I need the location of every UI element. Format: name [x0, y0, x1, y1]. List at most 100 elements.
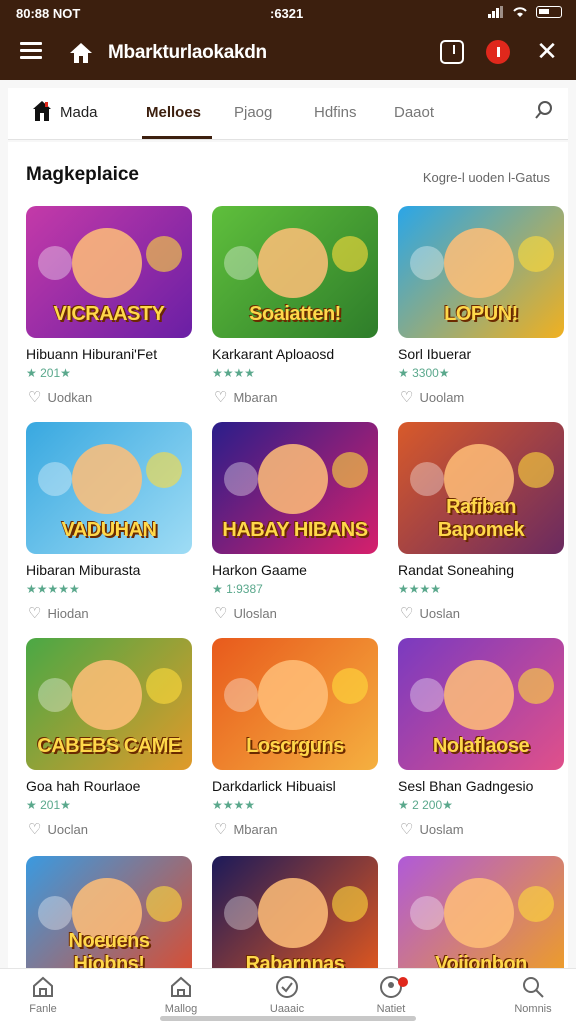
tab-melloes[interactable]: Melloes — [146, 104, 201, 121]
game-card[interactable]: Noeuens Hiobns! — [26, 856, 192, 968]
status-left-text: 80:88 NOT — [16, 6, 81, 21]
nav-label: Nomnis — [514, 1003, 552, 1015]
game-thumbnail[interactable]: CABEBS CAME — [26, 638, 192, 770]
game-thumbnail[interactable]: VICRAASTY — [26, 206, 192, 338]
home-icon[interactable] — [68, 40, 94, 66]
tab-mada[interactable]: Mada — [60, 104, 98, 121]
wishlist-button[interactable]: ♡ Hiodan — [28, 604, 89, 622]
nav-nomnis[interactable]: Nomnis — [498, 975, 568, 1015]
game-card[interactable]: Rafiban Bapomek Randat Soneahing ★★★★ ♡ Uosl… — [398, 422, 564, 632]
search-icon[interactable] — [534, 100, 554, 120]
game-name[interactable]: Goa hah Rourlaoe — [26, 778, 198, 794]
tab-hdfins[interactable]: Hdfins — [314, 104, 357, 121]
game-thumbnail[interactable]: Noeuens Hiobns! — [26, 856, 192, 968]
character-art — [146, 452, 182, 488]
game-card[interactable]: HABAY HIBANS Harkon Gaame ★ 1:9387 ♡ Uloslan — [212, 422, 378, 632]
app-title: Mbarkturlaokakdn — [108, 42, 267, 63]
nav-label: Uaaaic — [269, 1003, 305, 1015]
game-rating: ★ 201★ — [26, 798, 71, 812]
record-icon[interactable] — [486, 40, 510, 64]
wishlist-button[interactable]: ♡ Uoolam — [400, 388, 464, 406]
heart-icon: ♡ — [28, 389, 42, 406]
wishlist-button[interactable]: ♡ Uoclan — [28, 820, 88, 838]
game-thumbnail[interactable]: HABAY HIBANS — [212, 422, 378, 554]
game-name[interactable]: Hibaran Miburasta — [26, 562, 198, 578]
wishlist-button[interactable]: ♡ Uoslan — [400, 604, 460, 622]
game-card[interactable]: VADUHAN Hibaran Miburasta ★★★★★ ♡ Hiodan — [26, 422, 192, 632]
character-art — [332, 452, 368, 488]
game-rating: ★★★★ — [212, 366, 256, 380]
character-art — [444, 878, 514, 948]
game-name[interactable]: Sesl Bhan Gadngesio — [398, 778, 568, 794]
character-art — [332, 236, 368, 272]
section-title: Magkeplaice — [26, 164, 139, 185]
wishlist-label: Uoolam — [419, 389, 465, 405]
game-banner-text: HABAY HIBANS — [222, 519, 368, 541]
section-link[interactable]: Kogre-l uoden l-Gatus — [423, 170, 550, 185]
game-banner-text: Loscrguns — [246, 735, 344, 757]
character-art — [146, 236, 182, 272]
wishlist-button[interactable]: ♡ Mbaran — [214, 820, 278, 838]
game-thumbnail[interactable]: Voijonbon — [398, 856, 564, 968]
game-banner-text: Nolaflaose — [432, 735, 530, 757]
game-name[interactable]: Harkon Gaame — [212, 562, 384, 578]
nav-mallog[interactable]: Mallog — [146, 975, 216, 1015]
app-bar: Mbarkturlaokakdn ✕ — [0, 28, 576, 80]
wishlist-label: Uoclan — [47, 821, 88, 837]
game-card[interactable]: Voijonbon — [398, 856, 564, 968]
notification-badge — [398, 977, 408, 987]
home-outline-icon — [33, 976, 53, 997]
game-card[interactable]: VICRAASTY Hibuann Hiburani'Fet ★ 201★ ♡ Uodk… — [26, 206, 192, 416]
wishlist-button[interactable]: ♡ Mbaran — [214, 388, 278, 406]
wifi-icon — [513, 7, 527, 17]
wishlist-label: Uodkan — [47, 389, 93, 405]
wishlist-button[interactable]: ♡ Uodkan — [28, 388, 92, 406]
game-thumbnail[interactable]: VADUHAN — [26, 422, 192, 554]
heart-icon: ♡ — [400, 605, 414, 622]
game-thumbnail[interactable]: Soaiatten! — [212, 206, 378, 338]
game-rating: ★ 1:9387 — [212, 582, 263, 596]
game-thumbnail[interactable]: LOPUN! — [398, 206, 564, 338]
tab-daaot[interactable]: Daaot — [394, 104, 434, 121]
nav-label: Fanle — [29, 1003, 57, 1015]
heart-icon: ♡ — [28, 605, 42, 622]
character-art — [410, 678, 444, 712]
save-icon[interactable] — [440, 40, 464, 64]
game-thumbnail[interactable]: Rafiban Bapomek — [398, 422, 564, 554]
tab-pjaog[interactable]: Pjaog — [234, 104, 272, 121]
wishlist-button[interactable]: ♡ Uoslam — [400, 820, 464, 838]
game-card[interactable]: Loscrguns Darkdarlick Hibuaisl ★★★★ ♡ Mbaran — [212, 638, 378, 848]
character-art — [72, 444, 142, 514]
nav-natiet[interactable]: Natiet — [356, 975, 426, 1015]
status-icons — [488, 6, 562, 18]
character-art — [224, 678, 258, 712]
game-thumbnail[interactable]: Rabarnnas — [212, 856, 378, 968]
game-name[interactable]: Karkarant Aploaosd — [212, 346, 384, 362]
tools-icon[interactable]: ✕ — [534, 38, 560, 64]
menu-icon[interactable] — [20, 42, 42, 64]
character-art — [410, 246, 444, 280]
wishlist-label: Uoslam — [419, 821, 464, 837]
game-banner-text: Rafiban Bapomek — [437, 496, 525, 541]
game-rating: ★★★★ — [212, 798, 256, 812]
wishlist-button[interactable]: ♡ Uloslan — [214, 604, 277, 622]
game-name[interactable]: Hibuann Hiburani'Fet — [26, 346, 198, 362]
game-name[interactable]: Darkdarlick Hibuaisl — [212, 778, 384, 794]
game-thumbnail[interactable]: Nolaflaose — [398, 638, 564, 770]
game-name[interactable]: Randat Soneahing — [398, 562, 568, 578]
character-art — [518, 236, 554, 272]
nav-uaaaic[interactable]: Uaaaic — [252, 975, 322, 1015]
game-card[interactable]: Rabarnnas — [212, 856, 378, 968]
game-card[interactable]: CABEBS CAME Goa hah Rourlaoe ★ 201★ ♡ Uoclan — [26, 638, 192, 848]
character-art — [410, 896, 444, 930]
game-thumbnail[interactable]: Loscrguns — [212, 638, 378, 770]
game-card[interactable]: LOPUN! Sorl Ibuerar ★ 3300★ ♡ Uoolam — [398, 206, 564, 416]
game-rating: ★ 3300★ — [398, 366, 450, 380]
game-card[interactable]: Soaiatten! Karkarant Aploaosd ★★★★ ♡ Mbaran — [212, 206, 378, 416]
game-card[interactable]: Nolaflaose Sesl Bhan Gadngesio ★ 2 200★ ♡ Uo… — [398, 638, 564, 848]
character-art — [224, 896, 258, 930]
character-art — [518, 886, 554, 922]
character-art — [258, 444, 328, 514]
game-name[interactable]: Sorl Ibuerar — [398, 346, 568, 362]
nav-home[interactable]: Fanle — [8, 975, 78, 1015]
